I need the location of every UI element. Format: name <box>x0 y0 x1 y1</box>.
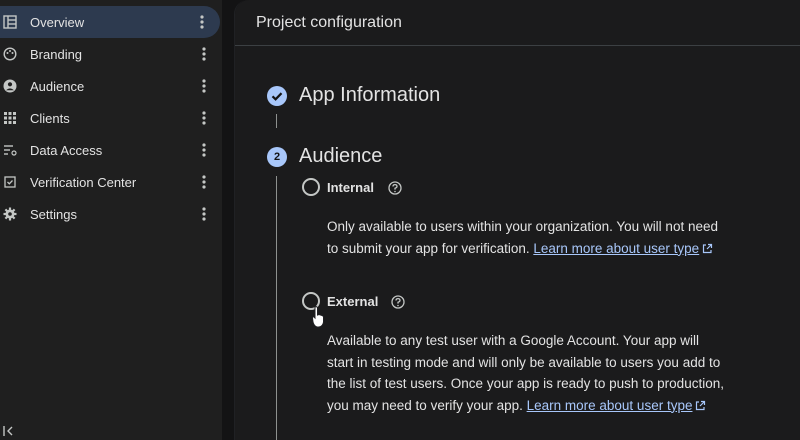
more-vert-icon[interactable] <box>196 174 212 190</box>
collapse-sidebar-icon[interactable] <box>2 424 16 438</box>
main-content: Project configuration App Information 2 … <box>235 0 800 440</box>
internal-description: Only available to users within your orga… <box>327 219 718 256</box>
main-panel: Project configuration App Information 2 … <box>234 0 800 440</box>
more-vert-icon[interactable] <box>196 78 212 94</box>
external-description: Available to any test user with a Google… <box>327 333 724 413</box>
sidebar-item-audience[interactable]: Audience <box>0 70 222 102</box>
more-vert-icon[interactable] <box>196 110 212 126</box>
external-label: External <box>327 294 379 309</box>
sidebar-item-label: Branding <box>30 46 83 62</box>
more-vert-icon[interactable] <box>196 46 212 62</box>
mouse-pointer-icon <box>311 306 324 328</box>
sidebar-item-settings[interactable]: Settings <box>0 198 222 230</box>
sidebar-item-clients[interactable]: Clients <box>0 102 222 134</box>
sidebar-item-overview[interactable]: Overview <box>0 6 220 38</box>
sidebar-item-label: Clients <box>30 110 70 126</box>
help-icon[interactable] <box>391 295 405 309</box>
internal-radio[interactable] <box>302 178 320 196</box>
page-title: Project configuration <box>235 0 800 46</box>
sidebar-item-label: Verification Center <box>30 174 137 190</box>
sidebar-item-branding[interactable]: Branding <box>0 38 222 70</box>
grid-icon <box>4 112 16 124</box>
filter-list-icon <box>4 145 17 156</box>
step-number-badge: 2 <box>267 147 287 167</box>
learn-more-link[interactable]: Learn more about user type <box>527 398 693 413</box>
more-vert-icon[interactable] <box>196 142 212 158</box>
open-in-new-icon <box>696 400 706 410</box>
sidebar-item-label: Audience <box>30 78 85 94</box>
step-audience[interactable]: Audience <box>299 145 382 168</box>
sidebar-item-label: Data Access <box>30 142 103 158</box>
check-circle-icon <box>267 86 287 106</box>
sidebar-item-label: Settings <box>30 206 77 222</box>
sidebar: Overview Branding Audience Clients Data … <box>0 0 222 440</box>
step-connector <box>276 176 277 440</box>
help-icon[interactable] <box>388 181 402 195</box>
more-vert-icon[interactable] <box>196 206 212 222</box>
step-connector <box>276 114 277 128</box>
dashboard-icon <box>3 15 17 29</box>
more-vert-icon[interactable] <box>194 14 210 30</box>
verified-icon <box>4 176 16 188</box>
palette-icon <box>3 47 17 61</box>
sidebar-item-data-access[interactable]: Data Access <box>0 134 222 166</box>
sidebar-item-verification-center[interactable]: Verification Center <box>0 166 222 198</box>
internal-label: Internal <box>327 180 374 195</box>
gear-icon <box>3 207 17 221</box>
step-app-information[interactable]: App Information <box>299 84 440 107</box>
sidebar-item-label: Overview <box>30 14 85 30</box>
person-icon <box>3 79 17 93</box>
learn-more-link[interactable]: Learn more about user type <box>533 241 699 256</box>
open-in-new-icon <box>703 243 713 253</box>
